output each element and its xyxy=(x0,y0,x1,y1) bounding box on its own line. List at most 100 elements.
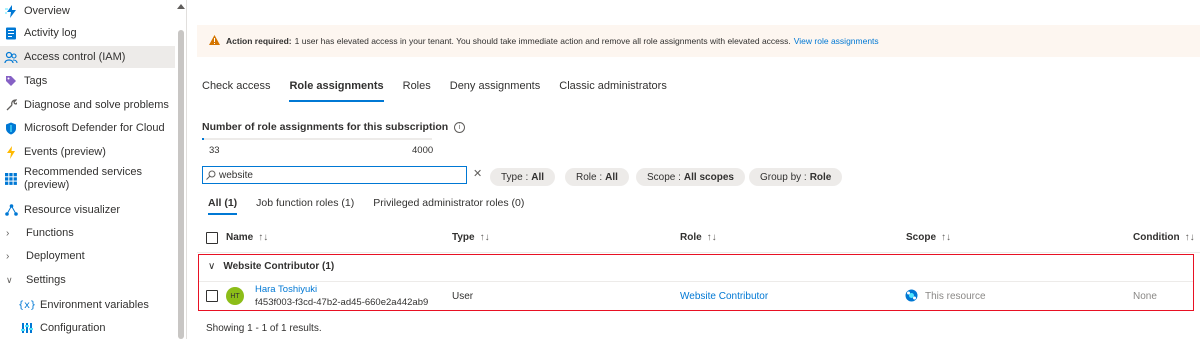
sidebar-item-label: Overview xyxy=(24,5,70,17)
assignment-count-max: 4000 xyxy=(412,145,434,156)
search-icon xyxy=(206,170,216,180)
sort-icon: ↑↓ xyxy=(479,232,490,243)
sidebar-item-defender[interactable]: Microsoft Defender for Cloud xyxy=(0,117,175,139)
sidebar-item-label: Microsoft Defender for Cloud xyxy=(24,122,165,134)
avatar: HT xyxy=(226,287,244,305)
scroll-thumb[interactable] xyxy=(178,30,184,339)
tab-job-function-roles[interactable]: Job function roles (1) xyxy=(256,197,354,215)
warning-icon xyxy=(209,35,220,47)
view-role-assignments-link[interactable]: View role assignments xyxy=(794,36,879,46)
column-label: Name xyxy=(226,232,254,243)
config-icon xyxy=(20,321,34,335)
info-icon[interactable]: i xyxy=(454,121,466,133)
user-object-id: f453f003-f3cd-47b2-ad45-660e2a442ab9 xyxy=(255,297,429,308)
sort-icon: ↑↓ xyxy=(258,232,269,243)
column-header-type[interactable]: Type ↑↓ xyxy=(452,232,490,243)
filter-label: Scope : xyxy=(647,171,681,183)
sidebar-item-label: Resource visualizer xyxy=(24,204,120,216)
sidebar-item-label: Activity log xyxy=(24,27,77,39)
column-header-condition[interactable]: Condition ↑↓ xyxy=(1133,232,1195,243)
column-label: Role xyxy=(680,232,702,243)
filter-value: Role xyxy=(809,171,832,183)
tab-roles[interactable]: Roles xyxy=(403,80,431,102)
sidebar-item-label: Settings xyxy=(26,274,66,286)
assignment-count-bar xyxy=(202,138,432,140)
type-filter-button[interactable]: Type : All xyxy=(490,168,556,186)
sidebar-item-diagnose[interactable]: Diagnose and solve problems xyxy=(0,94,175,116)
sort-icon: ↑↓ xyxy=(941,232,952,243)
column-header-role[interactable]: Role ↑↓ xyxy=(680,232,717,243)
lightning-icon xyxy=(4,4,18,18)
column-label: Condition xyxy=(1133,232,1180,243)
braces-icon: {x} xyxy=(17,299,37,311)
column-header-scope[interactable]: Scope ↑↓ xyxy=(906,232,951,243)
filter-value: All scopes xyxy=(683,171,734,183)
elevated-access-banner: Action required: 1 user has elevated acc… xyxy=(197,25,1200,57)
tab-check-access[interactable]: Check access xyxy=(202,80,270,102)
sidebar-scrollbar[interactable] xyxy=(175,0,187,339)
people-icon xyxy=(4,50,18,64)
tab-all[interactable]: All (1) xyxy=(208,197,238,215)
filter-label: Role : xyxy=(576,171,603,183)
tab-deny-assignments[interactable]: Deny assignments xyxy=(450,80,541,102)
sidebar-item-access-control[interactable]: Access control (IAM) xyxy=(0,46,175,68)
sidebar-item-overview[interactable]: Overview xyxy=(0,0,175,22)
tag-icon xyxy=(4,74,18,88)
globe-icon xyxy=(905,289,918,305)
network-icon xyxy=(4,203,18,217)
group-row-website-contributor[interactable]: ∨ Website Contributor (1) xyxy=(208,261,334,272)
sidebar-item-resource-visualizer[interactable]: Resource visualizer xyxy=(0,199,175,221)
sidebar-item-label: Events (preview) xyxy=(24,146,106,158)
sort-icon: ↑↓ xyxy=(1184,232,1195,243)
assignment-count-current: 33 xyxy=(209,145,220,156)
sidebar-item-label: Tags xyxy=(24,75,48,87)
chevron-down-icon: ∨ xyxy=(6,274,13,285)
group-label: Website Contributor (1) xyxy=(223,261,335,272)
banner-title: Action required: xyxy=(226,36,292,46)
cell-type: User xyxy=(452,291,474,302)
search-box[interactable] xyxy=(202,166,467,184)
sidebar-item-activity-log[interactable]: Activity log xyxy=(0,22,175,44)
log-icon xyxy=(4,26,18,40)
tab-privileged-admin-roles[interactable]: Privileged administrator roles (0) xyxy=(373,197,524,215)
role-filter-button[interactable]: Role : All xyxy=(565,168,629,186)
filter-value: All xyxy=(605,171,618,183)
sidebar-item-environment-variables[interactable]: {x} Environment variables xyxy=(0,294,175,316)
sidebar-item-tags[interactable]: Tags xyxy=(0,70,175,92)
sidebar-item-label: Configuration xyxy=(40,322,106,334)
user-name-link[interactable]: Hara Toshiyuki xyxy=(255,284,317,295)
sidebar-item-label: Deployment xyxy=(26,250,85,262)
row-checkbox[interactable] xyxy=(206,290,218,302)
sidebar-item-recommended-services[interactable]: Recommended services (preview) xyxy=(0,166,175,196)
sidebar-item-deployment[interactable]: › Deployment xyxy=(0,245,175,267)
bolt-icon xyxy=(4,145,18,159)
row-divider xyxy=(199,281,1193,282)
sidebar: Overview Activity log Access control (IA… xyxy=(0,0,175,339)
sidebar-item-configuration[interactable]: Configuration xyxy=(0,317,175,339)
search-input[interactable] xyxy=(219,169,449,181)
column-header-name[interactable]: Name ↑↓ xyxy=(226,232,268,243)
filter-label: Group by : xyxy=(760,171,807,183)
scope-filter-button[interactable]: Scope : All scopes xyxy=(636,168,745,186)
cell-condition: None xyxy=(1133,291,1157,302)
assignment-count-label: Number of role assignments for this subs… xyxy=(202,121,449,133)
tab-classic-administrators[interactable]: Classic administrators xyxy=(559,80,667,102)
chevron-down-icon[interactable]: ∨ xyxy=(208,261,215,272)
sidebar-item-settings[interactable]: ∨ Settings xyxy=(0,269,175,291)
sidebar-item-events[interactable]: Events (preview) xyxy=(0,141,175,163)
chevron-right-icon: › xyxy=(6,227,10,239)
shield-icon xyxy=(4,121,18,135)
chevron-right-icon: › xyxy=(6,250,10,262)
clear-search-icon[interactable]: ✕ xyxy=(473,167,482,180)
sidebar-item-functions[interactable]: › Functions xyxy=(0,222,175,244)
cell-scope: This resource xyxy=(925,291,986,302)
select-all-checkbox[interactable] xyxy=(206,232,218,244)
group-by-button[interactable]: Group by : Role xyxy=(749,168,843,186)
column-label: Scope xyxy=(906,232,937,243)
tab-role-assignments[interactable]: Role assignments xyxy=(289,80,384,102)
scroll-up-icon[interactable] xyxy=(177,4,185,9)
filter-label: Type : xyxy=(501,171,529,183)
cell-role-link[interactable]: Website Contributor xyxy=(680,291,768,302)
sidebar-item-label: Functions xyxy=(26,227,74,239)
sidebar-item-label: Diagnose and solve problems xyxy=(24,99,169,111)
